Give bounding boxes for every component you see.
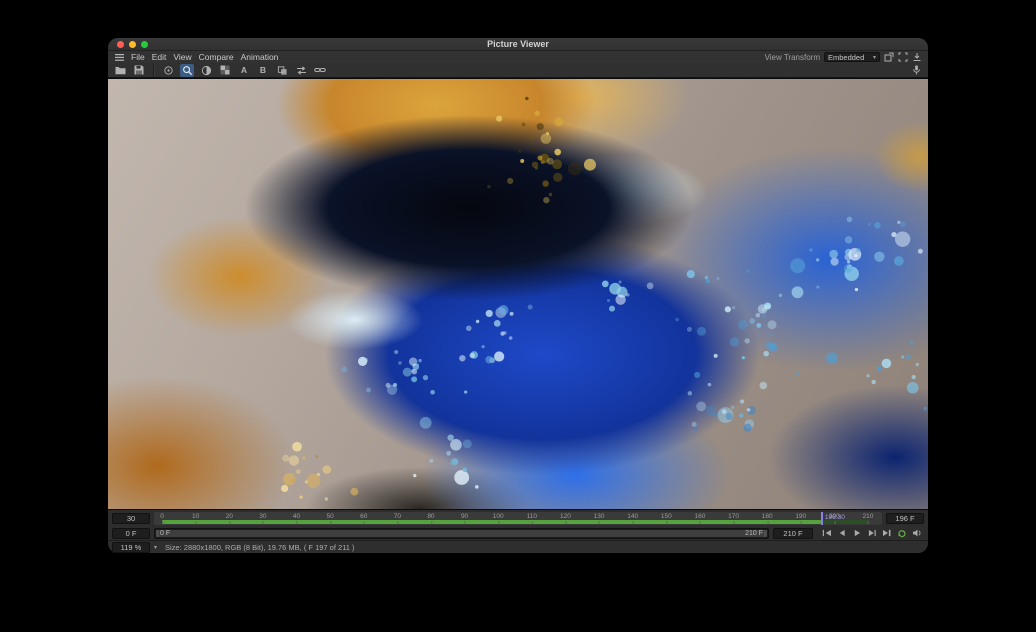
timeline-playhead[interactable] bbox=[821, 512, 823, 525]
timeline-tick: 30 bbox=[259, 513, 266, 520]
range-end-field[interactable]: 210 F bbox=[773, 528, 813, 539]
timeline-tick: 130 bbox=[594, 513, 605, 520]
chevron-down-icon: ▾ bbox=[873, 54, 876, 61]
toolbar-separator bbox=[153, 65, 154, 75]
swap-ab-icon[interactable] bbox=[294, 64, 308, 77]
render-bubbles bbox=[108, 79, 928, 509]
timeline-tick: 0 bbox=[160, 513, 164, 520]
loop-playback-icon[interactable] bbox=[896, 529, 907, 538]
timeline-progress bbox=[162, 520, 821, 524]
zoom-tool-icon[interactable] bbox=[180, 64, 194, 77]
timeline-tick: 10 bbox=[192, 513, 199, 520]
maximize-button[interactable] bbox=[141, 41, 148, 48]
view-transform-dropdown[interactable]: Embedded ▾ bbox=[824, 52, 880, 62]
link-icon[interactable] bbox=[313, 64, 327, 77]
step-back-button[interactable] bbox=[836, 529, 847, 538]
version-a-button[interactable]: A bbox=[237, 64, 251, 77]
save-icon[interactable] bbox=[132, 64, 146, 77]
transport-controls bbox=[817, 529, 924, 538]
timeline-tick: 190 bbox=[795, 513, 806, 520]
range-bar-end-label: 210 F bbox=[745, 530, 763, 537]
contrast-icon[interactable] bbox=[199, 64, 213, 77]
fps-field[interactable]: 30 bbox=[112, 513, 150, 524]
timeline-ruler-ticks: 196:30 010203040506070809010011012013014… bbox=[162, 512, 868, 525]
ab-compare-icon[interactable] bbox=[275, 64, 289, 77]
timeline-tick: 40 bbox=[293, 513, 300, 520]
compare-position-icon[interactable] bbox=[161, 64, 175, 77]
preview-range-row: 0 F 0 F 210 F 210 F bbox=[108, 526, 928, 540]
timeline-tick: 20 bbox=[226, 513, 233, 520]
timeline-tick: 150 bbox=[661, 513, 672, 520]
timeline-tick: 200 bbox=[829, 513, 840, 520]
timeline-tick: 80 bbox=[427, 513, 434, 520]
timeline-tick: 180 bbox=[762, 513, 773, 520]
timeline-tick: 160 bbox=[694, 513, 705, 520]
goto-end-button[interactable] bbox=[881, 529, 892, 538]
timeline-tick: 110 bbox=[527, 513, 537, 520]
fullscreen-icon[interactable] bbox=[898, 52, 908, 62]
traffic-lights bbox=[108, 41, 148, 48]
version-b-button[interactable]: B bbox=[256, 64, 270, 77]
menubar-right: View Transform Embedded ▾ bbox=[765, 52, 922, 62]
close-button[interactable] bbox=[117, 41, 124, 48]
timeline-tick: 50 bbox=[326, 513, 333, 520]
window-title: Picture Viewer bbox=[108, 39, 928, 49]
view-transform-label: View Transform bbox=[765, 53, 820, 62]
timeline-tick: 90 bbox=[461, 513, 468, 520]
range-start-field[interactable]: 0 F bbox=[112, 528, 150, 539]
timeline-tick: 70 bbox=[394, 513, 401, 520]
play-button[interactable] bbox=[851, 529, 862, 538]
view-transform-value: Embedded bbox=[828, 53, 864, 62]
float-window-icon[interactable] bbox=[884, 52, 894, 62]
zoom-dropdown-icon[interactable]: ▾ bbox=[154, 544, 157, 551]
save-display-icon[interactable] bbox=[912, 52, 922, 62]
statusbar: 119 % ▾ Size: 2880x1800, RGB (8 Bit), 19… bbox=[108, 540, 928, 553]
toolbar: A B bbox=[108, 63, 928, 78]
preview-range-bar[interactable]: 0 F 210 F bbox=[154, 528, 769, 539]
render-canvas[interactable] bbox=[108, 78, 928, 510]
menu-edit[interactable]: Edit bbox=[152, 51, 167, 63]
timeline-tick: 140 bbox=[627, 513, 638, 520]
open-folder-icon[interactable] bbox=[113, 64, 127, 77]
status-info: Size: 2880x1800, RGB (8 Bit), 19.76 MB, … bbox=[161, 543, 355, 552]
menu-animation[interactable]: Animation bbox=[241, 51, 279, 63]
timeline-tick: 60 bbox=[360, 513, 367, 520]
timeline-tick: 120 bbox=[560, 513, 571, 520]
timeline-tick: 100 bbox=[493, 513, 504, 520]
timeline-tick: 170 bbox=[728, 513, 739, 520]
hamburger-menu-icon[interactable] bbox=[114, 52, 124, 62]
sound-record-icon[interactable] bbox=[909, 64, 923, 77]
timeline-row: 30 196:30 010203040506070809010011012013… bbox=[108, 510, 928, 526]
timeline-tick: 210 bbox=[863, 513, 874, 520]
preview-range-inner[interactable]: 0 F 210 F bbox=[156, 530, 767, 537]
menu-view[interactable]: View bbox=[173, 51, 191, 63]
timeline-ruler[interactable]: 196:30 010203040506070809010011012013014… bbox=[154, 512, 882, 525]
zoom-field[interactable]: 119 % bbox=[112, 542, 150, 553]
current-frame-field[interactable]: 196 F bbox=[886, 513, 924, 524]
range-bar-start-label: 0 F bbox=[160, 530, 170, 537]
picture-viewer-window: Picture Viewer File Edit View Compare An… bbox=[108, 38, 928, 553]
goto-start-button[interactable] bbox=[821, 529, 832, 538]
menu-compare[interactable]: Compare bbox=[199, 51, 234, 63]
titlebar[interactable]: Picture Viewer bbox=[108, 38, 928, 51]
alpha-channel-icon[interactable] bbox=[218, 64, 232, 77]
step-forward-button[interactable] bbox=[866, 529, 877, 538]
menu-file[interactable]: File bbox=[131, 51, 145, 63]
minimize-button[interactable] bbox=[129, 41, 136, 48]
sound-playback-icon[interactable] bbox=[911, 529, 922, 538]
menubar: File Edit View Compare Animation View Tr… bbox=[108, 51, 928, 63]
